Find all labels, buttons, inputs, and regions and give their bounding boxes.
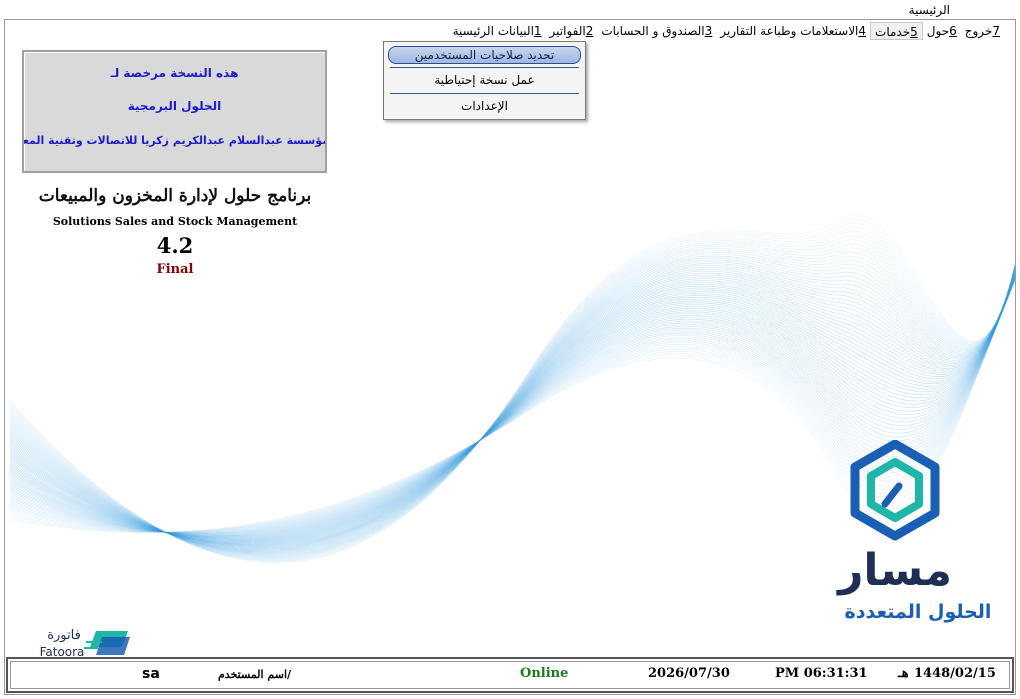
status-username-label: اسم المستخدم/ [218,668,292,681]
program-name-arabic: برنامج حلول لإدارة المخزون والمبيعات [38,186,312,206]
menu-invoices[interactable]: 2الفواتير [546,22,598,40]
status-bar: هـ 1448/02/15 PM 06:31:31 2026/07/30 Onl… [6,657,1014,693]
masar-tagline: الحلول المتعددة [845,601,990,623]
program-version: 4.2 [156,233,194,258]
window-title: الرئيسية [908,3,950,17]
status-username: sa [142,666,160,682]
status-date: 2026/07/30 [648,666,730,681]
menu-separator [390,93,579,94]
fatoora-logo: فاتورة Fatoora [40,628,130,659]
fatoora-icon [84,631,130,655]
masar-logo: مسار الحلول المتعددة [836,440,990,623]
window-title-bar: الرئيسية [0,0,1020,20]
masar-name: مسار [836,545,952,596]
license-line-2: الحلول البرمجية [127,99,222,113]
menu-exit[interactable]: 7خروج [961,22,1004,40]
settings-item[interactable]: الإعدادات [388,98,581,116]
menu-services[interactable]: 5خدمات [870,22,923,40]
fatoora-arabic: فاتورة [47,628,81,643]
status-connection: Online [520,666,569,681]
license-line-1: هذه النسخة مرخصة لـ [110,66,239,80]
license-panel: هذه النسخة مرخصة لـ الحلول البرمجية مؤسس… [22,50,327,173]
backup-item[interactable]: عمل نسخة إحتياطية [388,72,581,90]
program-name-english: Solutions Sales and Stock Management [52,215,298,228]
program-edition: Final [156,262,194,277]
menu-about[interactable]: 6حول [923,22,961,40]
menu-queries-reports[interactable]: 4الاستعلامات وطباعة التقارير [716,22,870,40]
license-line-3: مؤسسة عبدالسلام عبدالكريم زكريا للاتصالا… [22,134,327,147]
status-hijri-date: 1448/02/15 [914,666,996,681]
masar-logo-mark [850,440,940,541]
menu-separator [390,67,579,68]
status-hijri-suffix: هـ [898,666,909,681]
status-time: PM 06:31:31 [775,666,868,681]
services-dropdown: تحديد صلاحيات المستخدمين عمل نسخة إحتياط… [383,41,586,120]
menu-main-data[interactable]: 1البيانات الرئيسية [449,22,546,40]
menu-cash-accounts[interactable]: 3الصندوق و الحسابات [597,22,716,40]
user-permissions-item[interactable]: تحديد صلاحيات المستخدمين [388,46,581,64]
menu-bar: 1البيانات الرئيسية 2الفواتير 3الصندوق و … [449,22,1004,40]
